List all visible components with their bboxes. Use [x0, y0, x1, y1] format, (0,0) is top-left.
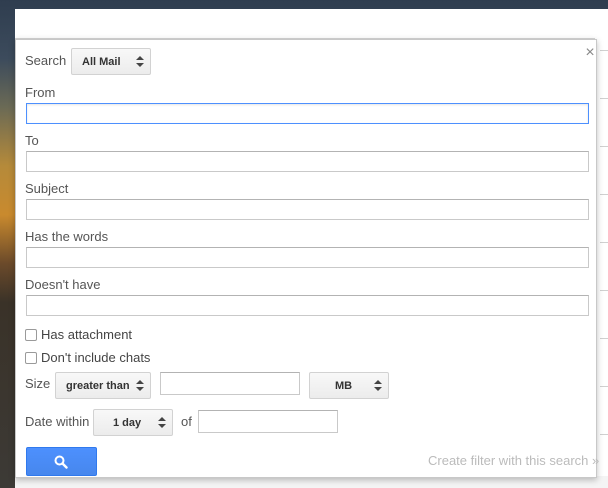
- search-icon: [54, 455, 68, 469]
- has-words-input[interactable]: [26, 247, 589, 268]
- date-within-value: 1 day: [113, 416, 142, 429]
- size-unit-value: MB: [335, 379, 353, 392]
- subject-label: Subject: [25, 181, 69, 196]
- dont-include-chats-label: Don't include chats: [41, 350, 151, 365]
- to-input[interactable]: [26, 151, 589, 172]
- from-input[interactable]: [26, 103, 589, 124]
- has-attachment-label: Has attachment: [41, 327, 133, 342]
- subject-input[interactable]: [26, 199, 589, 220]
- date-within-label: Date within: [25, 414, 90, 429]
- doesnt-have-label: Doesn't have: [25, 277, 101, 292]
- search-scope-select[interactable]: All Mail: [71, 48, 151, 75]
- search-scope-value: All Mail: [82, 55, 121, 68]
- search-label: Search: [25, 53, 67, 68]
- top-bar: [15, 9, 608, 39]
- size-unit-select[interactable]: MB: [309, 372, 389, 399]
- of-label: of: [181, 414, 192, 429]
- dont-include-chats-checkbox[interactable]: [25, 352, 37, 364]
- select-arrows-icon: [158, 416, 166, 429]
- date-within-select[interactable]: 1 day: [93, 409, 173, 436]
- create-filter-link[interactable]: Create filter with this search »: [428, 453, 599, 468]
- size-operator-value: greater than: [66, 379, 130, 392]
- select-arrows-icon: [136, 55, 144, 68]
- from-label: From: [25, 85, 56, 100]
- select-arrows-icon: [374, 379, 382, 392]
- size-operator-select[interactable]: greater than: [55, 372, 151, 399]
- doesnt-have-input[interactable]: [26, 295, 589, 316]
- has-words-label: Has the words: [25, 229, 109, 244]
- size-value-input[interactable]: [160, 372, 300, 395]
- close-icon[interactable]: ×: [582, 45, 598, 61]
- has-attachment-checkbox[interactable]: [25, 329, 37, 341]
- select-arrows-icon: [136, 379, 144, 392]
- search-button[interactable]: [26, 447, 97, 476]
- to-label: To: [25, 133, 39, 148]
- size-label: Size: [25, 376, 51, 391]
- date-input[interactable]: [198, 410, 338, 433]
